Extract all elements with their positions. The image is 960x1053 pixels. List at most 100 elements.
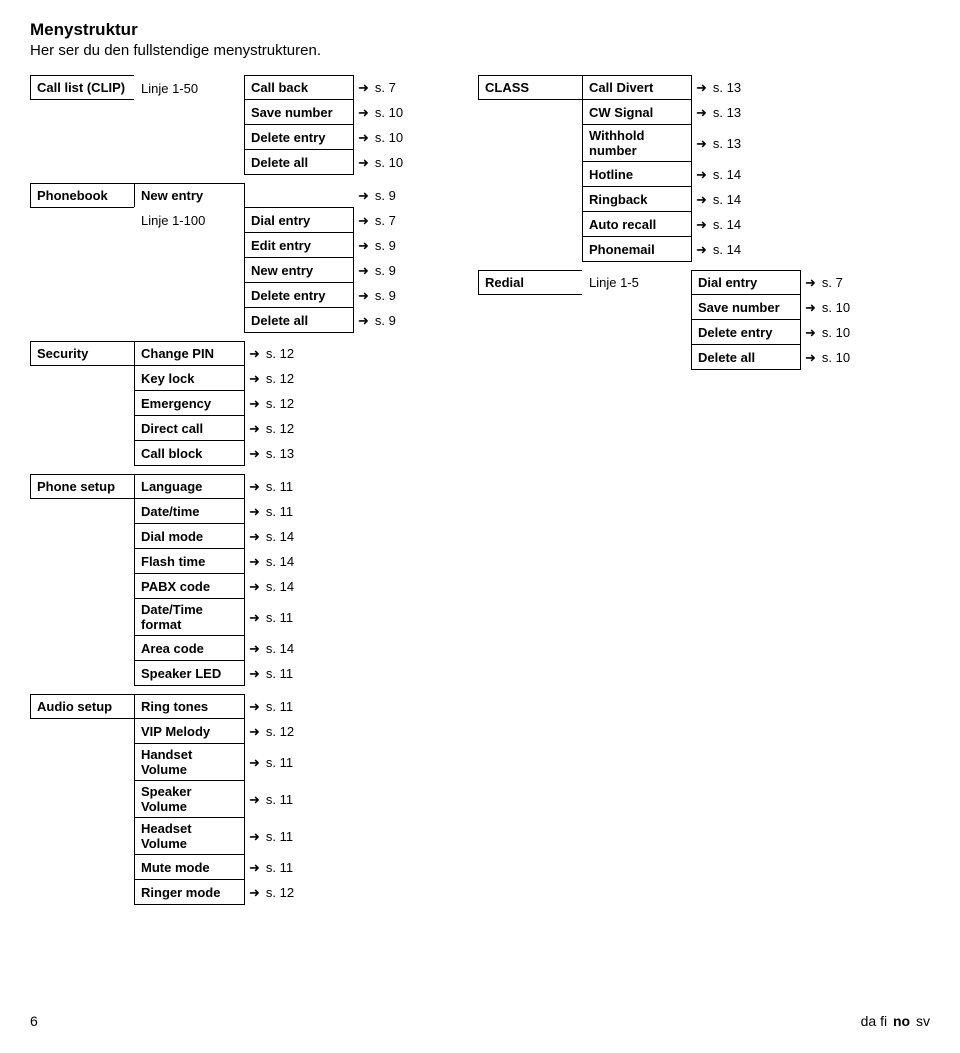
page-ref: ➜s. 14 bbox=[692, 237, 755, 262]
page-ref: ➜s. 14 bbox=[245, 636, 308, 661]
audio-setup-item: Handset Volume bbox=[134, 743, 245, 781]
arrow-icon: ➜ bbox=[249, 554, 260, 570]
page-ref: ➜s. 10 bbox=[354, 100, 417, 125]
class-item: CW Signal bbox=[582, 99, 692, 125]
page-ref: ➜s. 13 bbox=[245, 441, 308, 466]
arrow-icon: ➜ bbox=[249, 699, 260, 715]
arrow-icon: ➜ bbox=[249, 885, 260, 901]
redial-item: Dial entry bbox=[691, 270, 801, 295]
menu-phonebook: Phonebook New entry ➜s. 9 Linje 1-100 Di… bbox=[30, 183, 440, 333]
page-ref: ➜s. 11 bbox=[245, 599, 308, 636]
page-ref: ➜s. 14 bbox=[245, 549, 308, 574]
phone-setup-item: Date/Time format bbox=[134, 598, 245, 636]
call-list-item: Delete entry bbox=[244, 124, 354, 150]
page-ref: ➜s. 10 bbox=[354, 150, 417, 175]
page-ref: ➜s. 11 bbox=[245, 781, 308, 818]
arrow-icon: ➜ bbox=[696, 167, 707, 183]
arrow-icon: ➜ bbox=[249, 446, 260, 462]
phonebook-subitem: Delete all bbox=[244, 307, 354, 333]
arrow-icon: ➜ bbox=[249, 860, 260, 876]
page-ref: ➜s. 13 bbox=[692, 125, 755, 162]
phonebook-range: Linje 1-100 bbox=[134, 207, 245, 233]
arrow-icon: ➜ bbox=[249, 346, 260, 362]
page-title: Menystruktur bbox=[30, 20, 930, 40]
arrow-icon: ➜ bbox=[249, 829, 260, 845]
arrow-icon: ➜ bbox=[358, 188, 369, 204]
phonebook-subitem: Dial entry bbox=[244, 207, 354, 233]
page-ref: ➜s. 12 bbox=[245, 416, 308, 441]
audio-setup-label: Audio setup bbox=[30, 694, 135, 719]
page-ref: ➜s. 10 bbox=[354, 125, 417, 150]
class-item: Call Divert bbox=[582, 75, 692, 100]
audio-setup-item: VIP Melody bbox=[134, 718, 245, 744]
audio-setup-item: Ring tones bbox=[134, 694, 245, 719]
page-ref: ➜s. 13 bbox=[692, 100, 755, 125]
menu-class: CLASS Call Divert ➜s. 13 CW Signal ➜s. 1… bbox=[478, 75, 908, 262]
page-ref: ➜s. 14 bbox=[245, 574, 308, 599]
phonebook-subitem: Delete entry bbox=[244, 282, 354, 308]
arrow-icon: ➜ bbox=[249, 641, 260, 657]
page-ref: ➜s. 10 bbox=[801, 345, 864, 370]
security-item: Call block bbox=[134, 440, 245, 466]
arrow-icon: ➜ bbox=[249, 579, 260, 595]
security-label: Security bbox=[30, 341, 135, 366]
page-ref: ➜s. 14 bbox=[692, 187, 755, 212]
arrow-icon: ➜ bbox=[249, 610, 260, 626]
arrow-icon: ➜ bbox=[358, 313, 369, 329]
page-ref: ➜s. 11 bbox=[245, 744, 308, 781]
security-item: Key lock bbox=[134, 365, 245, 391]
redial-item: Save number bbox=[691, 294, 801, 320]
arrow-icon: ➜ bbox=[358, 155, 369, 171]
phone-setup-item: Flash time bbox=[134, 548, 245, 574]
page-ref: ➜s. 11 bbox=[245, 855, 308, 880]
redial-item: Delete entry bbox=[691, 319, 801, 345]
redial-label: Redial bbox=[478, 270, 583, 295]
arrow-icon: ➜ bbox=[249, 504, 260, 520]
audio-setup-item: Headset Volume bbox=[134, 817, 245, 855]
page-ref: ➜s. 13 bbox=[692, 75, 755, 100]
audio-setup-item: Mute mode bbox=[134, 854, 245, 880]
call-list-item: Delete all bbox=[244, 149, 354, 175]
lang-indicator: da fi no sv bbox=[861, 1013, 930, 1029]
class-item: Auto recall bbox=[582, 211, 692, 237]
page-ref: ➜s. 10 bbox=[801, 320, 864, 345]
call-list-range: Linje 1-50 bbox=[134, 75, 245, 100]
phonebook-subitem: New entry bbox=[244, 257, 354, 283]
arrow-icon: ➜ bbox=[805, 300, 816, 316]
class-item: Phonemail bbox=[582, 236, 692, 262]
security-item: Direct call bbox=[134, 415, 245, 441]
page-ref: ➜s. 11 bbox=[245, 661, 308, 686]
phone-setup-label: Phone setup bbox=[30, 474, 135, 499]
menu-redial: Redial Linje 1-5 Dial entry ➜s. 7 Save n… bbox=[478, 270, 908, 370]
class-item: Hotline bbox=[582, 161, 692, 187]
page-number: 6 bbox=[30, 1013, 38, 1029]
arrow-icon: ➜ bbox=[249, 755, 260, 771]
page-ref: ➜s. 12 bbox=[245, 719, 308, 744]
class-label: CLASS bbox=[478, 75, 583, 100]
phone-setup-item: Date/time bbox=[134, 498, 245, 524]
page-subtitle: Her ser du den fullstendige menystruktur… bbox=[30, 42, 930, 59]
page-ref: ➜s. 12 bbox=[245, 391, 308, 416]
arrow-icon: ➜ bbox=[696, 80, 707, 96]
arrow-icon: ➜ bbox=[358, 263, 369, 279]
arrow-icon: ➜ bbox=[696, 242, 707, 258]
page-ref: ➜s. 9 bbox=[354, 233, 417, 258]
arrow-icon: ➜ bbox=[805, 325, 816, 341]
phonebook-subitem: Edit entry bbox=[244, 232, 354, 258]
page-ref: ➜s. 9 bbox=[354, 283, 417, 308]
page-ref: ➜s. 7 bbox=[354, 208, 417, 233]
arrow-icon: ➜ bbox=[249, 396, 260, 412]
class-item: Ringback bbox=[582, 186, 692, 212]
arrow-icon: ➜ bbox=[358, 105, 369, 121]
call-list-item: Save number bbox=[244, 99, 354, 125]
menu-audio-setup: Audio setup Ring tones ➜s. 11 VIP Melody… bbox=[30, 694, 440, 905]
audio-setup-item: Ringer mode bbox=[134, 879, 245, 905]
arrow-icon: ➜ bbox=[358, 213, 369, 229]
menu-call-list: Call list (CLIP) Linje 1-50 Call back ➜s… bbox=[30, 75, 440, 175]
arrow-icon: ➜ bbox=[249, 371, 260, 387]
arrow-icon: ➜ bbox=[249, 666, 260, 682]
phone-setup-item: Area code bbox=[134, 635, 245, 661]
page-ref: ➜s. 7 bbox=[354, 75, 417, 100]
security-item: Change PIN bbox=[134, 341, 245, 366]
arrow-icon: ➜ bbox=[249, 792, 260, 808]
